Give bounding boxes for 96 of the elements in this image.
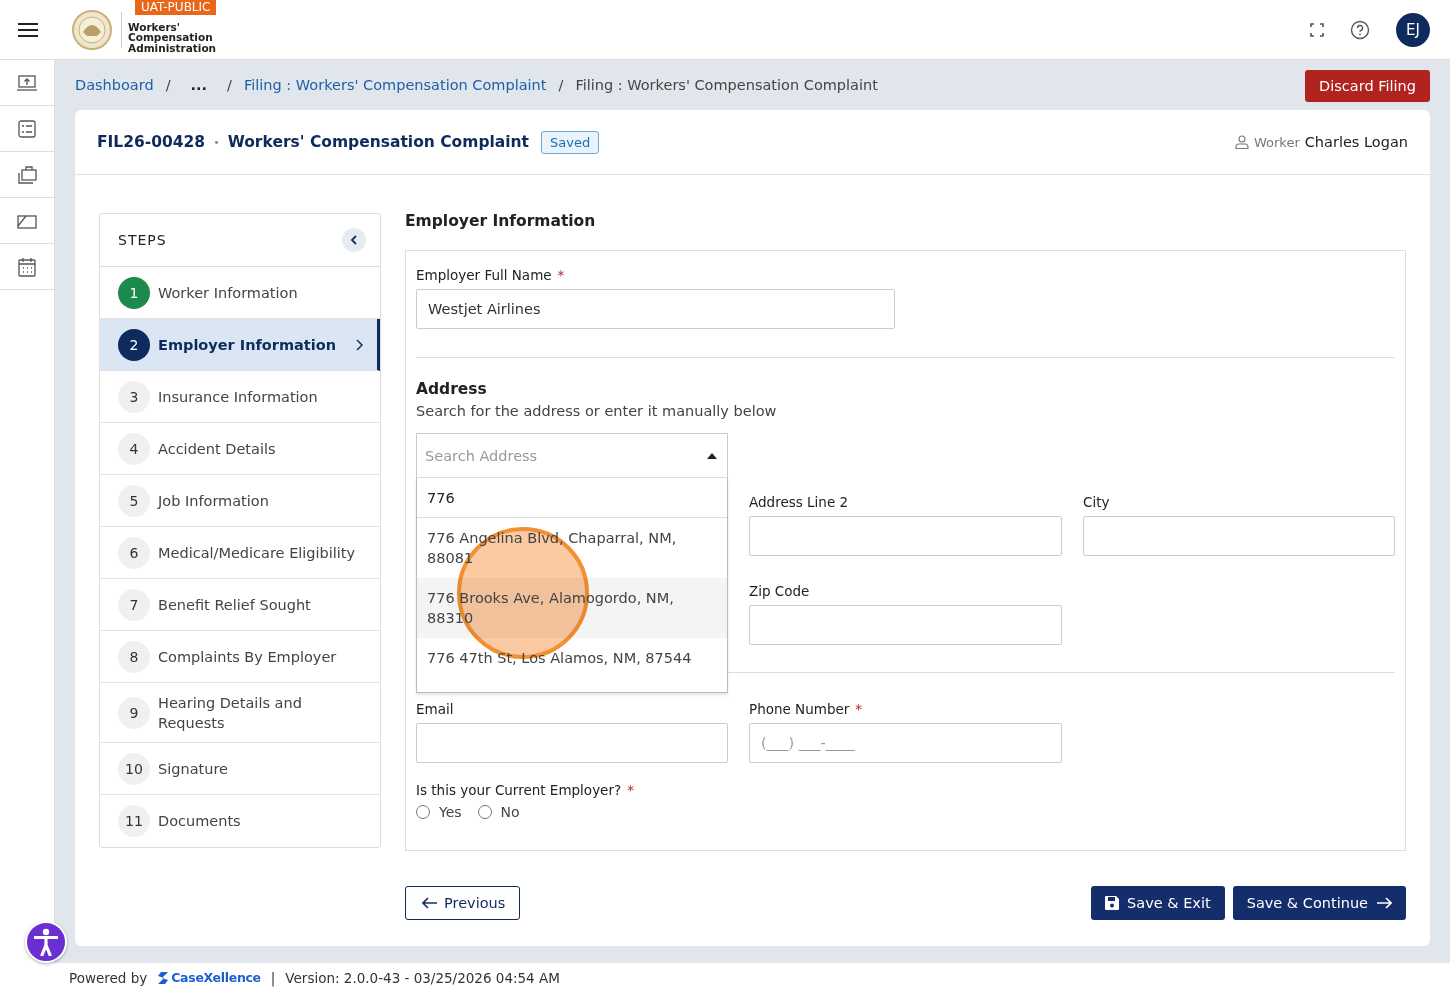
text-field[interactable] <box>749 605 1062 645</box>
version-text: Version: 2.0.0-43 - 03/25/2026 04:54 AM <box>285 969 560 986</box>
step-number: 5 <box>118 484 150 517</box>
step-label: Signature <box>158 759 228 779</box>
edit-box-icon[interactable] <box>17 212 37 229</box>
previous-button[interactable]: Previous <box>405 886 521 920</box>
step-label: Documents <box>158 812 241 831</box>
step-label: Job Information <box>158 491 269 511</box>
step-number: 8 <box>118 640 150 673</box>
field-label: City <box>1083 494 1111 510</box>
step-label: Worker Information <box>158 283 298 303</box>
text-field[interactable] <box>416 723 728 763</box>
filing-title: Workers' Compensation Complaint <box>227 133 530 151</box>
footer-separator: | <box>270 969 276 986</box>
step-item[interactable]: 3 Insurance Information <box>100 371 380 423</box>
field-label: Zip Code <box>749 583 811 599</box>
chevron-left-icon <box>350 235 358 245</box>
step-item[interactable]: 5 Job Information <box>100 475 380 527</box>
step-label: Employer Information <box>158 335 337 355</box>
worker-name: Charles Logan <box>1304 134 1408 150</box>
logo-text: Administration <box>128 42 217 54</box>
search-placeholder: Search Address <box>425 447 538 464</box>
calendar-icon[interactable] <box>18 256 36 277</box>
field-label: Email <box>416 701 455 717</box>
search-query-field[interactable]: 776 <box>417 478 727 518</box>
radio-option[interactable]: Yes <box>416 804 462 820</box>
step-item[interactable]: 9 Hearing Details and Requests <box>100 683 380 743</box>
briefcase-icon[interactable] <box>17 165 37 184</box>
breadcrumb-separator: / <box>558 77 564 93</box>
step-label: Accident Details <box>158 439 276 459</box>
laptop-upload-icon[interactable] <box>17 73 37 92</box>
step-number: 1 <box>118 276 150 309</box>
address-hint: Search for the address or enter it manually below <box>416 403 778 419</box>
environment-badge: UAT-PUBLIC <box>135 0 217 15</box>
step-number: 2 <box>118 328 150 361</box>
powered-by-text: Powered by <box>69 969 148 986</box>
step-item[interactable]: 4 Accident Details <box>100 423 380 475</box>
save-continue-button[interactable]: Save & Continue <box>1232 886 1406 920</box>
step-number: 9 <box>118 696 150 729</box>
step-item[interactable]: 2 Employer Information <box>100 319 380 371</box>
step-number: 4 <box>118 432 150 465</box>
field-label: Address Line 2 <box>749 494 850 510</box>
step-label: Benefit Relief Sought <box>158 595 311 615</box>
section-title: Employer Information <box>405 212 597 231</box>
step-item[interactable]: 8 Complaints By Employer <box>100 631 380 683</box>
step-label: Hearing Details and Requests <box>158 693 303 733</box>
question-label: Is this your Current Employer? * <box>416 782 635 798</box>
step-number: 10 <box>118 752 150 785</box>
save-exit-button[interactable]: Save & Exit <box>1091 886 1225 920</box>
status-badge: Saved <box>541 130 600 154</box>
field-label: Employer Full Name * <box>416 267 566 283</box>
step-item[interactable]: 6 Medical/Medicare Eligibility <box>100 527 380 579</box>
seal-icon <box>69 9 115 50</box>
worker-label: Worker <box>1253 134 1300 150</box>
logo-text: Workers' <box>128 21 182 33</box>
menu-icon <box>17 22 38 37</box>
text-field[interactable] <box>749 516 1062 556</box>
step-number: 7 <box>118 588 150 621</box>
breadcrumb-separator: / <box>165 77 171 93</box>
step-item[interactable]: 10 Signature <box>100 743 380 795</box>
address-title: Address <box>416 380 488 398</box>
collapse-button[interactable] <box>342 228 366 252</box>
field-label: Phone Number * <box>749 701 864 717</box>
arrow-right-icon <box>1376 897 1392 909</box>
employer-name-field[interactable]: Westjet Airlines <box>416 289 895 329</box>
logo-text: Compensation <box>128 32 214 43</box>
arrow-left-icon <box>422 897 438 909</box>
user-avatar[interactable]: EJ <box>1396 12 1430 47</box>
text-field[interactable]: (___) ___-____ <box>749 723 1062 763</box>
step-label: Complaints By Employer <box>158 647 337 667</box>
step-item[interactable]: 7 Benefit Relief Sought <box>100 579 380 631</box>
steps-title: STEPS <box>118 232 167 248</box>
fullscreen-icon[interactable] <box>1310 22 1324 37</box>
accessibility-icon <box>34 928 58 956</box>
chevron-right-icon <box>355 338 363 351</box>
step-number: 3 <box>118 380 150 413</box>
filing-number: FIL26-00428 <box>97 133 206 151</box>
breadcrumb-current: Filing : Workers' Compensation Complaint <box>575 77 878 93</box>
help-icon[interactable] <box>1350 19 1370 40</box>
title-separator: • <box>213 135 220 149</box>
person-icon <box>1234 135 1249 149</box>
breadcrumb-link[interactable]: Dashboard <box>75 77 154 93</box>
step-number: 6 <box>118 536 150 569</box>
step-number: 11 <box>118 805 150 837</box>
breadcrumb-link[interactable]: Filing : Workers' Compensation Complaint <box>244 77 547 93</box>
breadcrumb-separator: / <box>227 77 232 93</box>
step-label: Medical/Medicare Eligibility <box>158 543 356 563</box>
checklist-icon[interactable] <box>18 119 36 138</box>
step-label: Insurance Information <box>158 387 318 407</box>
radio-option[interactable]: No <box>477 804 520 820</box>
brand-logo: CaseXellence <box>157 970 261 985</box>
breadcrumb-ellipsis[interactable]: ... <box>182 77 216 93</box>
step-item[interactable]: 11 Documents <box>100 795 380 847</box>
discard-button[interactable]: Discard Filing <box>1305 70 1430 102</box>
text-field[interactable] <box>1083 516 1395 556</box>
caret-up-icon <box>707 452 717 459</box>
